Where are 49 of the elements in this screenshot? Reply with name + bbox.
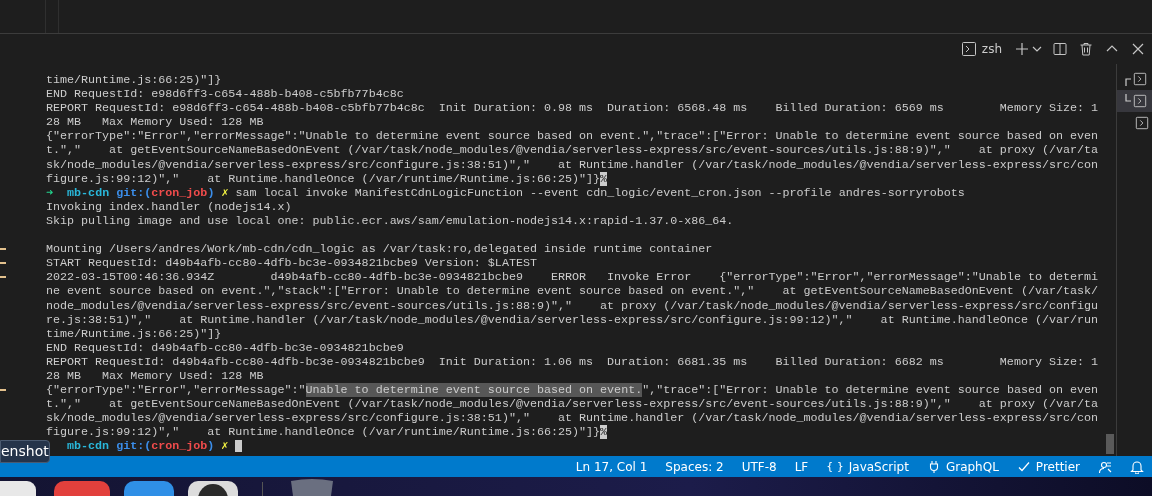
terminal-line: END RequestId: e98d6ff3-c654-488b-b408-c5bfb77b4c8c [46,87,404,102]
tree-line-icon [1125,94,1131,102]
status-item[interactable]: Ln 17, Col 1 [575,459,648,474]
terminal-line: Mounting /Users/andres/Work/mb-cdn/cdn_logic as /var/task:ro,delegated inside runtime container [46,242,713,257]
scrollbar-thumb[interactable] [1106,434,1114,454]
split-icon[interactable] [1052,41,1068,57]
terminal-line: 2022-03-15T00:46:36.934Z d49b4afb-cc80-4dfb-bc3e-0934821bcbe9 ERROR Invoke Error {"errorType":"Error","errorMessage":"Unable to determi [46,270,1099,285]
terminal-line: END RequestId: d49b4afb-cc80-4dfb-bc3e-0934821bcbe9 [46,340,404,355]
terminal-line: REPORT RequestId: e98d6ff3-c654-488b-b408-c5bfb77b4c8c Init Duration: 0.98 ms Duration: 6568.48 ms Billed Duration: 6569 ms Memory Size: 1 [46,101,1099,116]
language-mode[interactable]: { } JavaScript [826,459,909,474]
terminal-icon [1133,72,1147,86]
check-icon [1016,459,1031,474]
plus-icon[interactable] [1014,41,1030,57]
terminal-line: node_modules/@vendia/serverless-express/src/event-sources/utils.js:88:9)"," at proxy (/var/task/node_modules/@vendia/serverless-express/src/configu [46,298,1099,313]
terminal-line: sk/node_modules/@vendia/serverless-express/src/configure.js:38:51)"," at Runtime.handler (/var/task/node_modules/@vendia/serverless-express/src/con [46,157,1099,172]
terminal-line: Skip pulling image and use local one: public.ecr.aws/sam/emulation-nodejs14.x:rapid-1.37.0-x86_64. [46,213,734,229]
terminal-line: 28 MB Max Memory Used: 128 MB [46,115,264,130]
terminal-line: REPORT RequestId: d49b4afb-cc80-4dfb-bc3e-0934821bcbe9 Init Duration: 1.06 ms Duration: 6681.35 ms Billed Duration: 6682 ms Memory Size: 1 [46,354,1099,369]
terminal-icon [1135,116,1149,130]
status-item[interactable]: Spaces: 2 [665,459,724,474]
tree-line-icon [1125,78,1131,86]
terminal-line: t."," at getEventSourceNameBasedOnEvent (/var/task/node_modules/@vendia/serverless-express/src/event-sources/utils.js:88:9)"," at proxy (/var/ta [46,143,1099,158]
terminal-line: START RequestId: d49b4afb-cc80-4dfb-bc3e-0934821bcbe9 Version: $LATEST [46,256,537,271]
chevron-down-icon[interactable] [1032,44,1042,54]
close-icon[interactable] [1130,41,1146,57]
terminal-line: {"errorType":"Error","errorMessage":"Unable to determine event source based on event.","trace":["Error: Unable to determine event source based on even [46,383,1099,398]
status-item[interactable]: LF [794,459,809,474]
terminal-line: mb-cdn git:(cron_job) ✗ [66,439,229,454]
terminal-line: {"errorType":"Error","errorMessage":"Unable to determine event source based on event.","trace":["Error: Unable to determine event source based on even [46,129,1099,144]
prettier-status[interactable]: Prettier [1016,459,1080,474]
terminal-line: ne event source based on event.","stack":["Error: Unable to determine event source based on event."," at getEventSourceNameBasedOnEvent (/var/task/ [46,284,1099,299]
terminal-line: sk/node_modules/@vendia/serverless-express/src/configure.js:38:51)"," at Runtime.handler (/var/task/node_modules/@vendia/serverless-express/src/con [46,411,1099,426]
terminal-line: time/Runtime.js:66:25)"]} [46,326,222,341]
terminal-line: 28 MB Max Memory Used: 128 MB [46,368,264,384]
terminal-icon [1133,94,1147,108]
terminal-tab[interactable] [1117,90,1152,112]
tooltip: enshot [0,440,50,463]
bell-icon[interactable] [1130,459,1144,474]
trash-icon[interactable] [1078,41,1094,57]
terminal-line: time/Runtime.js:66:25)"]} [46,73,222,88]
terminal-icon [960,41,977,57]
terminal-selector[interactable]: zsh [958,39,1004,59]
graphql-status[interactable]: GraphQL [926,459,999,474]
terminal-line: Invoking index.handler (nodejs14.x) [46,199,292,214]
terminal-line: re.js:38:51)"," at Runtime.handler (/var/task/node_modules/@vendia/serverless-express/src/configure.js:99:12)"," at Runtime.handleOnce (/var/run [46,312,1099,327]
terminal-line: t."," at getEventSourceNameBasedOnEvent (/var/task/node_modules/@vendia/serverless-express/src/event-sources/utils.js:88:9)"," at proxy (/var/ta [46,397,1099,412]
status-item[interactable]: UTF-8 [741,459,777,474]
terminal-line: ➜ mb-cdn git:(cron_job) ✗ sam local invoke ManifestCdnLogicFunction --event cdn_logic/event_cron.json --profile andres-sorryrobots [46,185,965,200]
feedback-icon[interactable] [1098,459,1112,474]
